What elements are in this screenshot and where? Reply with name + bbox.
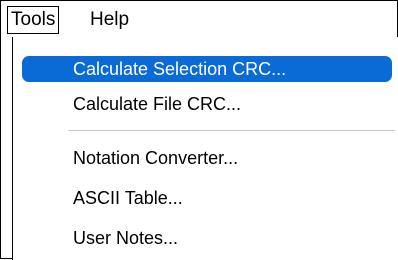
menu-bar: Tools Help <box>1 1 397 38</box>
menu-item-calculate-file-crc[interactable]: Calculate File CRC... <box>22 91 392 117</box>
menu-help[interactable]: Help <box>87 8 132 32</box>
tools-dropdown-menu: Calculate Selection CRC... Calculate Fil… <box>12 37 398 260</box>
menu-item-ascii-table[interactable]: ASCII Table... <box>22 185 392 211</box>
menu-item-calculate-selection-crc[interactable]: Calculate Selection CRC... <box>22 56 392 82</box>
menu-item-user-notes[interactable]: User Notes... <box>22 225 392 251</box>
menu-separator <box>68 130 395 131</box>
menu-item-notation-converter[interactable]: Notation Converter... <box>22 145 392 171</box>
menu-tools[interactable]: Tools <box>7 6 60 34</box>
